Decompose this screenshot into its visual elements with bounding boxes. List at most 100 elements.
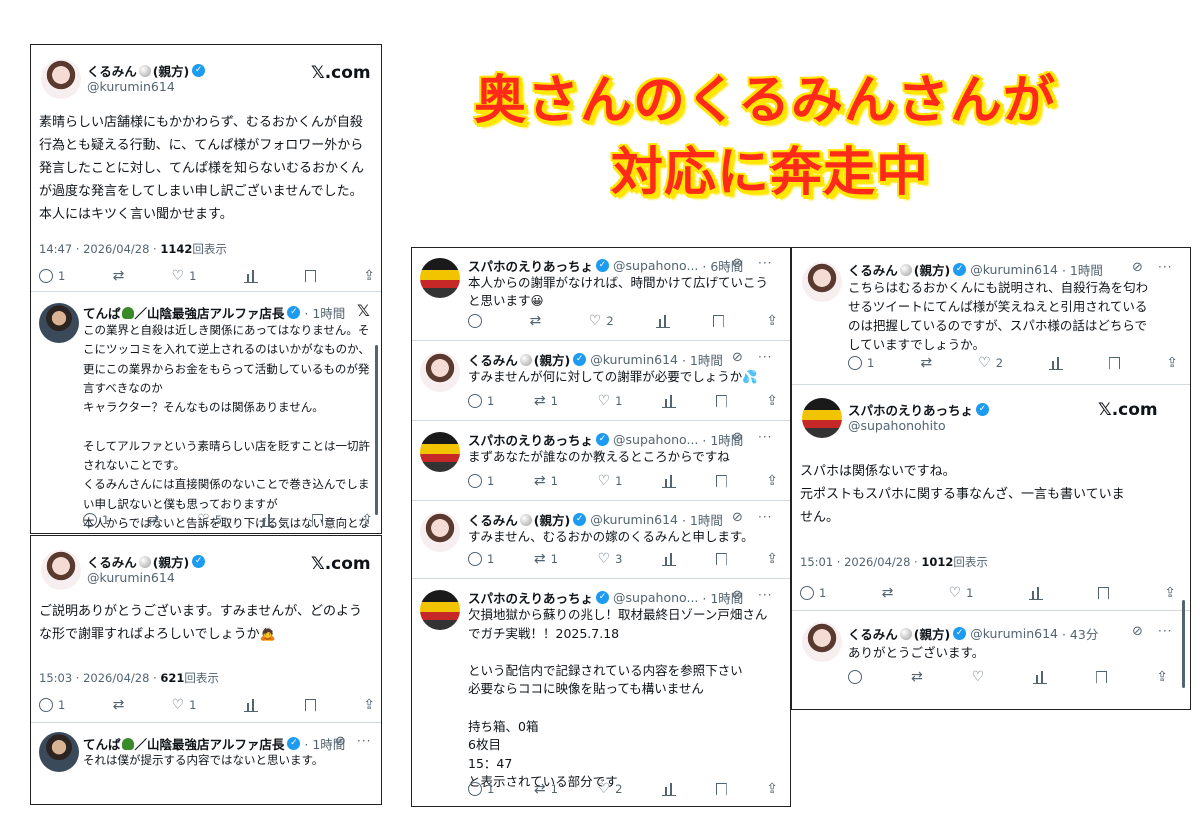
bookmark-button[interactable] — [1097, 586, 1109, 600]
retweet-button[interactable]: ⇄ — [113, 269, 125, 283]
views-button[interactable] — [1033, 670, 1048, 684]
more-options-icon[interactable]: ··· — [1158, 260, 1172, 274]
share-button[interactable]: ⇪ — [1164, 586, 1176, 600]
reply-button[interactable] — [848, 670, 862, 684]
share-button[interactable]: ⇪ — [766, 474, 778, 488]
like-button[interactable]: ♡ 1 — [598, 474, 623, 488]
author-handle[interactable]: @supahono... — [613, 258, 698, 273]
author-name[interactable]: くるみん — [87, 552, 137, 571]
bookmark-button[interactable] — [1109, 356, 1121, 370]
like-button[interactable]: ♡ 2 — [978, 356, 1003, 370]
reply-button[interactable]: 1 — [83, 513, 109, 527]
grok-icon[interactable]: ⊘ — [732, 350, 743, 365]
share-button[interactable]: ⇪ — [361, 513, 373, 527]
reply-button[interactable]: 1 — [468, 782, 494, 796]
retweet-button[interactable]: ⇄ — [920, 356, 932, 370]
author-name[interactable]: くるみん — [468, 350, 518, 369]
share-button[interactable]: ⇪ — [766, 552, 778, 566]
like-button[interactable]: ♡ 1 — [949, 586, 974, 600]
author-name[interactable]: スパホのえりあっちょ — [468, 588, 593, 607]
author-handle[interactable]: @supahono... — [613, 432, 698, 447]
retweet-button[interactable]: ⇄ 1 — [534, 474, 558, 488]
reply-button[interactable]: 1 — [468, 474, 494, 488]
tweet-time[interactable]: · 1時間 — [682, 350, 723, 369]
share-button[interactable]: ⇪ — [1156, 670, 1168, 684]
retweet-button[interactable]: ⇄ — [113, 698, 125, 712]
avatar[interactable] — [420, 352, 460, 392]
avatar[interactable] — [420, 590, 460, 630]
more-options-icon[interactable]: ··· — [357, 734, 371, 748]
more-options-icon[interactable]: ··· — [1158, 624, 1172, 638]
share-button[interactable]: ⇪ — [363, 269, 375, 283]
views-button[interactable] — [662, 552, 677, 566]
tweet-timestamp[interactable]: 14:47 · 2026/04/28 · — [39, 242, 160, 256]
scrollbar[interactable] — [1182, 600, 1185, 688]
tweet-timestamp[interactable]: 15:01 · 2026/04/28 · — [800, 555, 921, 569]
bookmark-button[interactable] — [715, 782, 727, 796]
reply-button[interactable]: 1 — [39, 698, 65, 712]
author-name[interactable]: くるみん — [468, 510, 518, 529]
views-button[interactable] — [260, 513, 275, 527]
retweet-button[interactable]: ⇄ — [882, 586, 894, 600]
views-button[interactable] — [662, 782, 677, 796]
retweet-button[interactable]: ⇄ — [911, 670, 923, 684]
bookmark-button[interactable] — [312, 513, 324, 527]
views-button[interactable] — [656, 314, 671, 328]
avatar[interactable] — [41, 59, 81, 99]
reply-time[interactable]: · 1時間 — [304, 303, 345, 322]
share-button[interactable]: ⇪ — [766, 394, 778, 408]
like-button[interactable]: ♡ 3 — [598, 552, 623, 566]
author-name[interactable]: スパホのえりあっちょ — [468, 430, 593, 449]
author-handle[interactable]: @kurumin614 — [87, 79, 175, 94]
retweet-button[interactable]: ⇄ 1 — [534, 394, 558, 408]
views-button[interactable] — [1028, 586, 1043, 600]
grok-icon[interactable]: ⊘ — [732, 430, 743, 445]
reply-button[interactable]: 1 — [468, 394, 494, 408]
like-button[interactable]: ♡ 2 — [589, 314, 614, 328]
retweet-button[interactable]: ⇄ — [530, 314, 547, 328]
avatar[interactable] — [802, 622, 842, 662]
bookmark-button[interactable] — [1096, 670, 1108, 684]
tweet-time[interactable]: · 1時間 — [682, 510, 723, 529]
like-button[interactable]: ♡ 1 — [172, 269, 197, 283]
bookmark-button[interactable] — [715, 474, 727, 488]
like-button[interactable]: ♡ 1 — [598, 394, 623, 408]
like-button[interactable]: ♡ 1 — [172, 698, 197, 712]
tweet-time[interactable]: · 43分 — [1062, 624, 1098, 643]
grok-icon[interactable]: ⊘ — [1132, 624, 1143, 639]
grok-icon[interactable]: ⊘ — [732, 510, 743, 525]
bookmark-button[interactable] — [304, 698, 316, 712]
author-name[interactable]: くるみん — [848, 624, 898, 643]
author-name[interactable]: スパホのえりあっちょ — [468, 256, 593, 275]
tweet-time[interactable]: · 1時間 — [1062, 260, 1103, 279]
avatar[interactable] — [41, 550, 81, 590]
author-name[interactable]: てんぱ — [83, 303, 121, 322]
views-button[interactable] — [662, 474, 677, 488]
grok-icon[interactable]: ⊘ — [732, 256, 743, 271]
author-handle[interactable]: @supahonohito — [848, 418, 946, 433]
author-handle[interactable]: @kurumin614 — [970, 626, 1058, 641]
like-button[interactable]: ♡ — [972, 670, 985, 684]
share-button[interactable]: ⇪ — [1166, 356, 1178, 370]
more-options-icon[interactable]: ··· — [758, 350, 772, 364]
more-options-icon[interactable]: ··· — [758, 430, 772, 444]
reply-button[interactable]: 1 — [848, 356, 874, 370]
bookmark-button[interactable] — [715, 552, 727, 566]
retweet-button[interactable]: ⇄ 1 — [534, 552, 558, 566]
author-name[interactable]: くるみん — [87, 61, 137, 80]
grok-icon[interactable]: ⊘ — [732, 588, 743, 603]
scrollbar[interactable] — [375, 345, 378, 515]
reply-button[interactable]: 1 — [468, 552, 494, 566]
views-button[interactable] — [243, 269, 258, 283]
author-handle[interactable]: @kurumin614 — [590, 352, 678, 367]
more-options-icon[interactable]: ··· — [758, 256, 772, 270]
author-handle[interactable]: @supahono... — [613, 590, 698, 605]
share-button[interactable]: ⇪ — [766, 314, 778, 328]
author-name[interactable]: スパホのえりあっちょ — [848, 400, 973, 419]
more-options-icon[interactable]: ··· — [758, 510, 772, 524]
bookmark-button[interactable] — [304, 269, 316, 283]
avatar[interactable] — [802, 262, 842, 302]
views-button[interactable] — [1049, 356, 1064, 370]
like-button[interactable]: ♡ 2 — [598, 782, 623, 796]
retweet-button[interactable]: ⇄ 1 — [534, 782, 558, 796]
